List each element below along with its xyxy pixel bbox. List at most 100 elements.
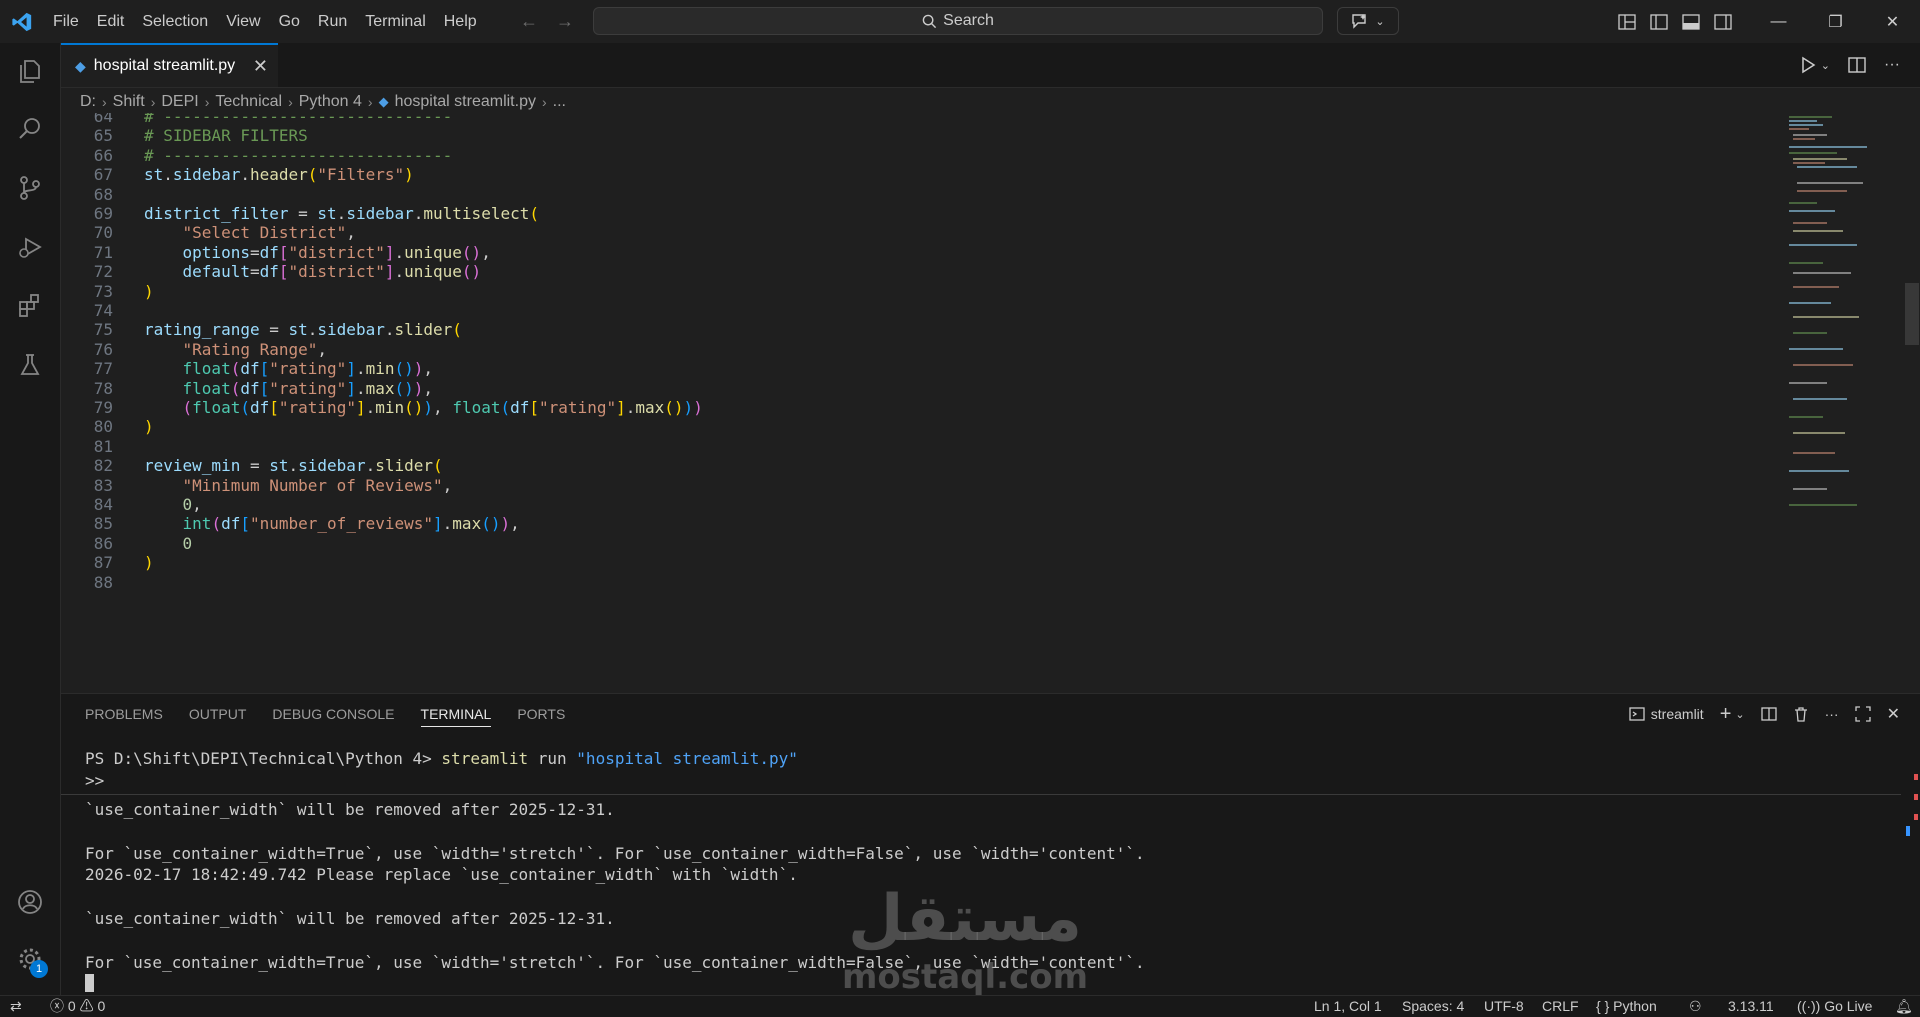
code-line[interactable]: 82 review_min = st.sidebar.slider( [61, 456, 443, 475]
code-line[interactable]: 80) [61, 417, 154, 436]
manage-gear-icon[interactable]: 1 [14, 943, 48, 978]
back-arrow-icon[interactable]: ← [520, 11, 538, 32]
accounts-icon[interactable] [14, 886, 46, 918]
menu-help[interactable]: Help [435, 0, 486, 43]
toggle-primary-sidebar-icon[interactable] [1650, 13, 1668, 30]
explorer-icon[interactable] [14, 55, 46, 87]
panel-actions: streamlit + ⌄ ··· ✕ [1629, 694, 1900, 734]
code-line[interactable]: 66 # ------------------------------ [61, 146, 453, 165]
restore-icon[interactable]: ❐ [1807, 0, 1864, 43]
close-tab-icon[interactable]: ✕ [253, 56, 268, 77]
breadcrumb-item[interactable]: ... [553, 93, 566, 111]
code-line[interactable]: 84 0, [61, 495, 202, 514]
breadcrumb-item[interactable]: DEPI [161, 93, 198, 111]
copilot-button[interactable]: ⌄ [1337, 7, 1399, 35]
editor-scrollbar[interactable] [1905, 113, 1919, 693]
code-line[interactable]: 74 [61, 301, 144, 320]
code-line[interactable]: 76 "Rating Range", [61, 340, 327, 359]
split-terminal-icon[interactable] [1760, 706, 1777, 722]
code-line[interactable]: 83 "Minimum Number of Reviews", [61, 476, 453, 495]
menu-edit[interactable]: Edit [88, 0, 134, 43]
python-interpreter[interactable]: 3.13.11 [1728, 996, 1774, 1017]
breadcrumb-item[interactable]: Shift [113, 93, 145, 111]
menu-terminal[interactable]: Terminal [356, 0, 434, 43]
more-actions-icon[interactable]: ··· [1884, 56, 1900, 74]
breadcrumb-item[interactable]: Python 4 [299, 93, 362, 111]
close-window-icon[interactable]: ✕ [1864, 0, 1920, 43]
tab-hospital-streamlit[interactable]: ◆ hospital streamlit.py ✕ [61, 43, 278, 87]
new-terminal-icon[interactable]: + [1720, 703, 1732, 726]
problems-status[interactable]: ⓧ 0 ⚠ 0 [50, 996, 105, 1017]
remote-indicator-icon[interactable]: ⇄ [10, 996, 22, 1017]
go-live-button[interactable]: ((·)) Go Live [1797, 996, 1872, 1017]
terminal-dropdown-chevron-icon[interactable]: ⌄ [1735, 708, 1744, 721]
code-line[interactable]: 86 0 [61, 534, 192, 553]
maximize-panel-icon[interactable] [1854, 706, 1871, 722]
panel-tab-output[interactable]: OUTPUT [189, 706, 247, 722]
panel-tab-terminal[interactable]: TERMINAL [420, 706, 492, 727]
forward-arrow-icon[interactable]: → [556, 11, 574, 32]
toggle-secondary-sidebar-icon[interactable] [1714, 13, 1732, 30]
editor-actions: ⌄ ··· [1799, 43, 1900, 87]
panel-tab-debug-console[interactable]: DEBUG CONSOLE [272, 706, 394, 722]
panel-tab-ports[interactable]: PORTS [517, 706, 565, 722]
menu-run[interactable]: Run [309, 0, 356, 43]
code-editor[interactable]: 64 # ------------------------------ 65 # SI… [61, 113, 1920, 693]
notifications-bell-icon[interactable]: 🔔︎ [1895, 996, 1913, 1017]
code-line[interactable]: 81 [61, 437, 144, 456]
customize-layout-icon[interactable] [1618, 13, 1636, 30]
copilot-status-icon[interactable]: ⚇ [1689, 996, 1702, 1017]
menu-view[interactable]: View [217, 0, 269, 43]
panel-more-icon[interactable]: ··· [1825, 706, 1839, 722]
command-center-search[interactable]: Search [593, 7, 1323, 35]
line-number: 73 [93, 281, 113, 301]
code-line[interactable]: 87) [61, 553, 154, 572]
run-debug-icon[interactable] [14, 231, 46, 263]
menu-go[interactable]: Go [270, 0, 309, 43]
split-editor-icon[interactable] [1848, 56, 1866, 74]
minimize-icon[interactable]: — [1750, 0, 1807, 43]
code-line[interactable]: 69 district_filter = st.sidebar.multisele… [61, 204, 539, 223]
scrollbar-thumb[interactable] [1905, 283, 1919, 345]
cursor-position[interactable]: Ln 1, Col 1 [1314, 996, 1382, 1017]
kill-terminal-trash-icon[interactable] [1793, 706, 1809, 722]
code-line[interactable]: 71 options=df["district"].unique(), [61, 243, 491, 262]
code-line[interactable]: 75 rating_range = st.sidebar.slider( [61, 320, 462, 339]
code-token: ) [413, 378, 424, 398]
breadcrumb-item[interactable]: Technical [215, 93, 282, 111]
menu-selection[interactable]: Selection [133, 0, 217, 43]
run-python-file-icon[interactable] [1799, 56, 1817, 74]
code-line[interactable]: 72 default=df["district"].unique() [61, 262, 481, 281]
close-panel-icon[interactable]: ✕ [1887, 704, 1900, 724]
terminal-scrollbar[interactable] [1906, 734, 1920, 996]
terminal-instance-name[interactable]: streamlit [1651, 706, 1704, 722]
breadcrumb-item[interactable]: D: [80, 93, 96, 111]
panel-tab-problems[interactable]: PROBLEMS [85, 706, 163, 722]
code-line[interactable]: 78 float(df["rating"].max()), [61, 379, 433, 398]
minimap[interactable] [1787, 113, 1867, 513]
run-dropdown-chevron-icon[interactable]: ⌄ [1821, 59, 1830, 72]
extensions-icon[interactable] [14, 290, 46, 322]
code-token: . [394, 262, 405, 282]
code-line[interactable]: 88 [61, 573, 144, 592]
code-line[interactable]: 68 [61, 185, 144, 204]
end-of-line[interactable]: CRLF [1542, 996, 1579, 1017]
encoding[interactable]: UTF-8 [1484, 996, 1524, 1017]
code-line[interactable]: 79 (float(df["rating"].min()), float(df[… [61, 398, 703, 417]
code-line[interactable]: 67 st.sidebar.header("Filters") [61, 165, 414, 184]
code-line[interactable]: 77 float(df["rating"].min()), [61, 359, 433, 378]
code-line[interactable]: 85 int(df["number_of_reviews"].max()), [61, 514, 520, 533]
code-line[interactable]: 73) [61, 282, 154, 301]
code-line[interactable]: 70 "Select District", [61, 223, 356, 242]
search-view-icon[interactable] [14, 113, 46, 145]
warning-count: 0 [97, 998, 106, 1014]
indentation[interactable]: Spaces: 4 [1402, 996, 1464, 1017]
toggle-panel-icon[interactable] [1682, 13, 1700, 30]
language-mode[interactable]: { } Python [1596, 996, 1657, 1017]
code-line[interactable]: 65 # SIDEBAR FILTERS [61, 126, 308, 145]
code-line[interactable]: 64 # ------------------------------ [61, 113, 453, 126]
source-control-icon[interactable] [14, 172, 46, 204]
menu-file[interactable]: File [44, 0, 88, 43]
testing-icon[interactable] [14, 349, 46, 381]
breadcrumb-item[interactable]: hospital streamlit.py [395, 93, 536, 111]
